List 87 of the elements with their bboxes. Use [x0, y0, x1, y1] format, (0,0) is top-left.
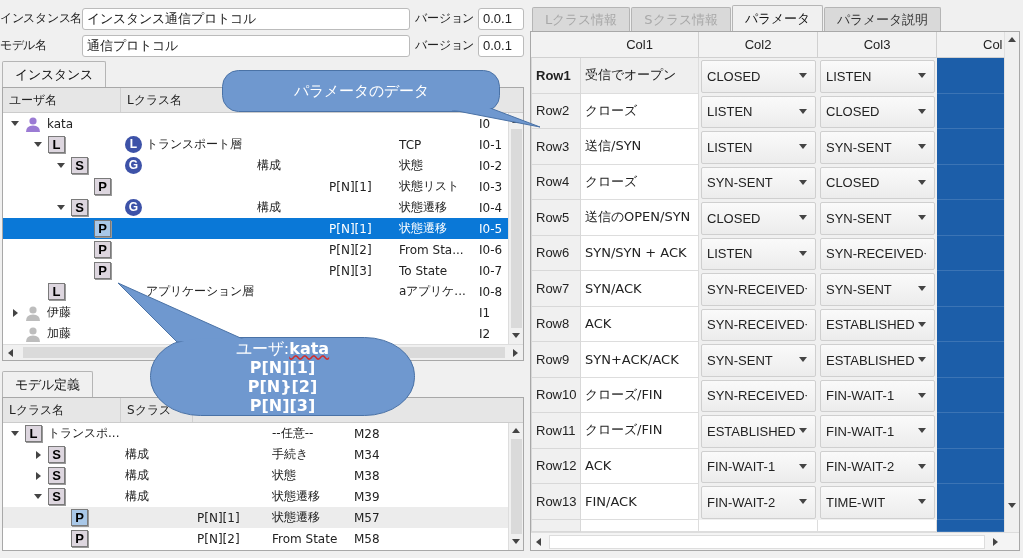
class-badge: P [71, 509, 88, 526]
class-badge: L [48, 283, 65, 300]
node-label: kata [47, 116, 74, 131]
cell-value: 構成 [257, 157, 281, 174]
table-cell: SYN/ACK [581, 271, 699, 307]
class-badge: S [48, 467, 65, 484]
class-badge: S [48, 488, 65, 505]
cell-value: TCP [399, 137, 422, 152]
callout-text: パラメータのデータ [293, 81, 429, 102]
table-cell: 送信のOPEN/SYN [581, 200, 699, 236]
table-cell: クローズ [581, 164, 699, 200]
class-badge: P [94, 220, 111, 237]
cell-value: M38 [354, 468, 380, 483]
class-badge: P [94, 241, 111, 258]
cell-value: 状態リスト [399, 178, 459, 195]
circle-badge: L [125, 136, 142, 153]
class-badge: S [48, 446, 65, 463]
callout-text: P[N][3] [249, 395, 316, 415]
field-label: バージョン [415, 38, 474, 53]
class-badge: P [94, 178, 111, 195]
cell-value: P[N][1] [329, 179, 372, 194]
cell-value: 状態遷移 [399, 220, 447, 237]
class-badge: S [71, 199, 88, 216]
table-cell: ACK [581, 448, 699, 484]
cell-value: I0-1 [479, 137, 503, 152]
node-label: 伊藤 [47, 304, 71, 321]
cell-value: 構成 [125, 467, 149, 484]
cell-value: P[N][3] [329, 263, 372, 278]
field-label: インスタンス名 [0, 11, 82, 26]
cell-value: P[N][1] [329, 221, 372, 236]
cell-value: To State [399, 263, 448, 278]
cell-value: 状態遷移 [272, 488, 320, 505]
cell-value: 構成 [125, 488, 149, 505]
class-badge: L [48, 136, 65, 153]
cell-value: --任意-- [272, 425, 314, 442]
table-cell: 受信でオープン [581, 58, 699, 94]
table-cell: クローズ/FIN [581, 377, 699, 413]
node-label: 加藤 [47, 325, 71, 342]
cell-value: I0-3 [479, 179, 503, 194]
class-badge: P [71, 530, 88, 547]
class-badge: L [25, 425, 42, 442]
cell-value: 状態 [272, 467, 296, 484]
callout-text: ユーザ:kata [235, 338, 330, 358]
table-cell: SYN+ACK/ACK [581, 342, 699, 378]
cell-value: I0 [479, 116, 491, 131]
cell-value: M57 [354, 510, 380, 525]
cell-value: アプリケーション層 [146, 283, 254, 300]
class-badge: S [71, 157, 88, 174]
cell-value: M34 [354, 447, 380, 462]
cell-value: I0-6 [479, 242, 503, 257]
circle-badge: G [125, 199, 142, 216]
cell-value: P[N][2] [197, 531, 240, 546]
cell-value: From State [272, 531, 338, 546]
class-badge: P [94, 262, 111, 279]
cell-value: 構成 [257, 199, 281, 216]
cell-value: トランスポート層 [146, 136, 242, 153]
cell-value: 手続き [272, 446, 308, 463]
cell-value: I0-2 [479, 158, 503, 173]
cell-value: aアプリケ... [399, 283, 466, 300]
cell-value: 構成 [125, 446, 149, 463]
cell-value: 状態遷移 [272, 509, 320, 526]
cell-value: M28 [354, 426, 380, 441]
cell-value: P[N][2] [329, 242, 372, 257]
cell-value: I1 [479, 305, 491, 320]
cell-value: M58 [354, 531, 380, 546]
callout-text: P[N][1] [249, 357, 316, 377]
cell-value: From Sta... [399, 242, 464, 257]
field-label: モデル名 [0, 38, 48, 53]
table-cell: SYN/SYN + ACK [581, 235, 699, 271]
field-label: バージョン [415, 11, 474, 26]
node-label: トランスポ... [48, 425, 120, 442]
cell-value: 状態 [399, 157, 423, 174]
cell-value: P[N][1] [197, 510, 240, 525]
cell-value: I0-4 [479, 200, 503, 215]
cell-value: I0-8 [479, 284, 503, 299]
cell-value: I0-7 [479, 263, 503, 278]
cell-value: 状態遷移 [399, 199, 447, 216]
circle-badge: G [125, 157, 142, 174]
table-cell: 送信/SYN [581, 129, 699, 165]
cell-value: I2 [479, 326, 491, 341]
callout-text: P[N}[2] [247, 376, 318, 396]
table-cell: FIN/ACK [581, 484, 699, 520]
table-cell: ACK [581, 306, 699, 342]
table-cell: クローズ/FIN [581, 413, 699, 449]
cell-value: M39 [354, 489, 380, 504]
cell-value: I0-5 [479, 221, 503, 236]
table-cell: クローズ [581, 93, 699, 129]
